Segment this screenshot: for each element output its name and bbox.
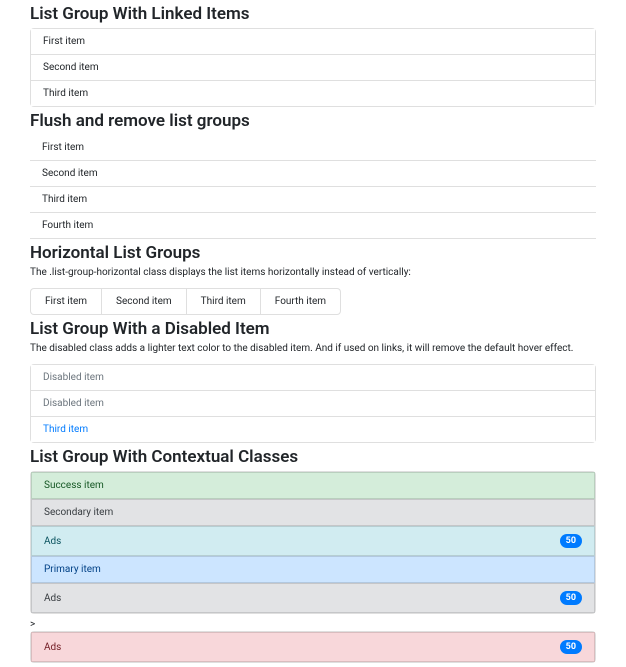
list-group-contextual: Success item Secondary item Ads 50 Prima… [30, 471, 596, 614]
contextual-label: Success item [44, 480, 104, 491]
linked-item[interactable]: Second item [31, 55, 595, 81]
contextual-item-success: Success item [31, 472, 595, 499]
heading-disabled: List Group With a Disabled Item [30, 319, 596, 339]
flush-item: Third item [30, 187, 596, 213]
list-group-linked: First item Second item Third item [30, 28, 596, 107]
contextual-label: Ads [44, 642, 61, 653]
desc-disabled: The disabled class adds a lighter text c… [30, 343, 596, 354]
contextual-label: Ads [44, 536, 61, 547]
list-group-disabled: Disabled item Disabled item Third item [30, 364, 596, 443]
heading-flush: Flush and remove list groups [30, 111, 596, 131]
horizontal-item: Third item [186, 288, 260, 315]
heading-horizontal: Horizontal List Groups [30, 243, 596, 263]
linked-item[interactable]: First item [31, 29, 595, 55]
horizontal-item: Second item [101, 288, 186, 315]
horizontal-item: First item [30, 288, 101, 315]
caret-text: > [30, 618, 596, 631]
flush-item: Second item [30, 161, 596, 187]
badge: 50 [560, 534, 582, 548]
linked-item[interactable]: Third item [31, 81, 595, 106]
badge: 50 [560, 591, 582, 605]
list-group-contextual-extra: Ads 50 [30, 631, 596, 663]
heading-linked: List Group With Linked Items [30, 4, 596, 24]
contextual-label: Ads [44, 593, 61, 604]
contextual-item-secondary: Secondary item [31, 499, 595, 526]
desc-horizontal: The .list-group-horizontal class display… [30, 267, 596, 278]
contextual-label: Primary item [44, 564, 101, 575]
disabled-link-item[interactable]: Third item [31, 417, 595, 442]
disabled-item: Disabled item [31, 365, 595, 391]
disabled-item: Disabled item [31, 391, 595, 417]
contextual-item-info: Ads 50 [31, 526, 595, 556]
contextual-item-primary: Primary item [31, 556, 595, 583]
list-group-flush: First item Second item Third item Fourth… [30, 135, 596, 239]
list-group-horizontal: First item Second item Third item Fourth… [30, 288, 341, 315]
contextual-item-secondary: Ads 50 [31, 583, 595, 613]
flush-item: Fourth item [30, 213, 596, 239]
badge: 50 [560, 640, 582, 654]
contextual-label: Secondary item [44, 507, 113, 518]
horizontal-item: Fourth item [260, 288, 341, 315]
contextual-item-danger: Ads 50 [31, 632, 595, 662]
flush-item: First item [30, 135, 596, 161]
heading-contextual: List Group With Contextual Classes [30, 447, 596, 467]
